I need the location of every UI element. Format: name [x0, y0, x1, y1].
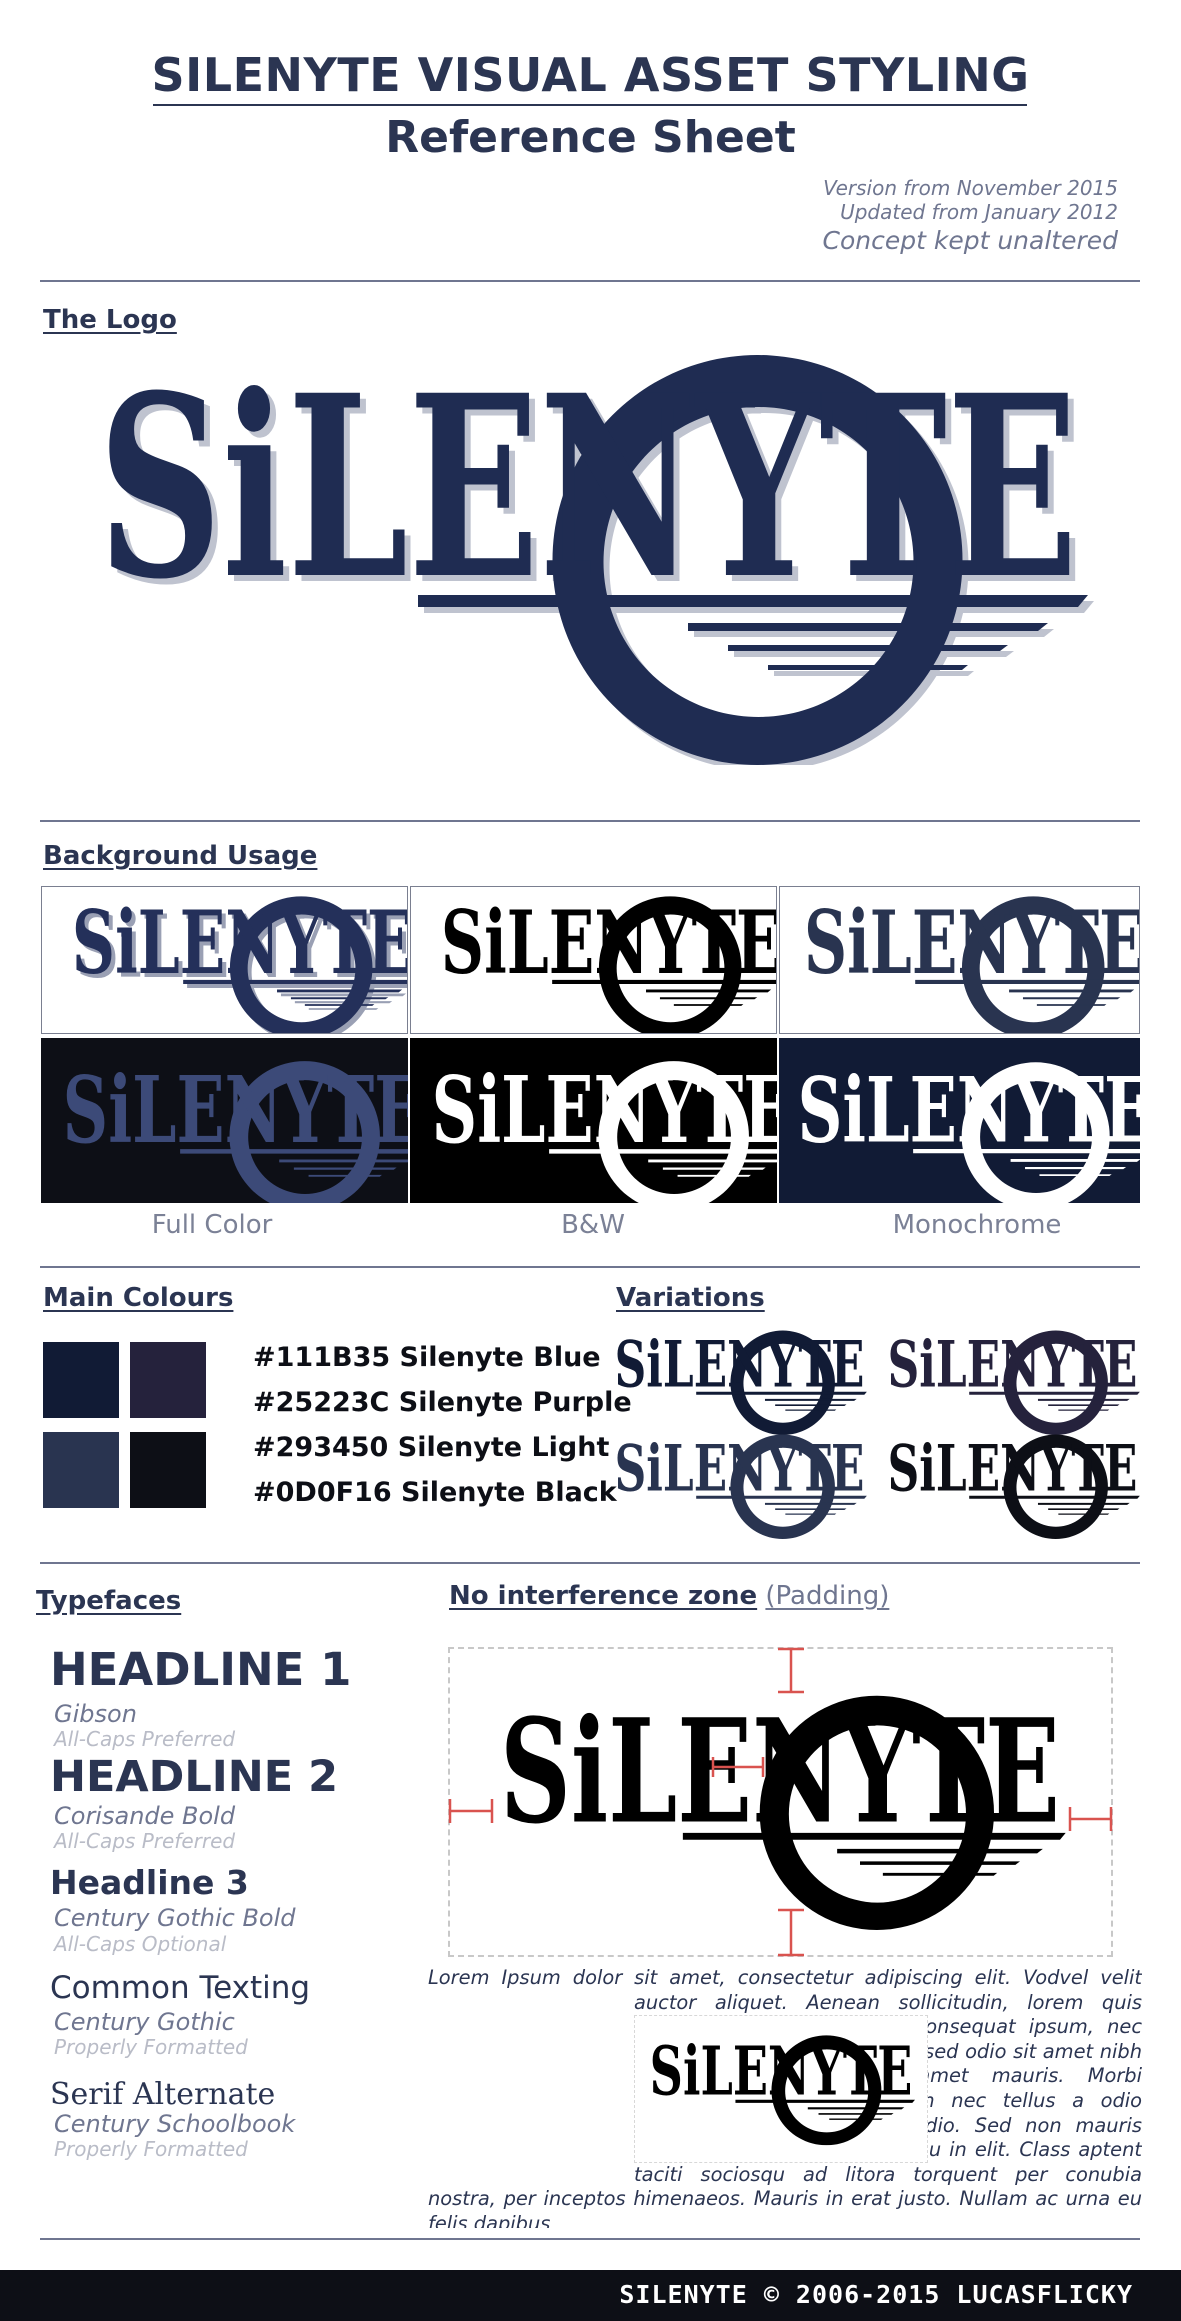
colour-label-black: #0D0F16 Silenyte Black — [253, 1477, 617, 1508]
monochrome-light-sample — [779, 886, 1140, 1034]
padding-markers — [448, 1647, 1113, 1957]
monochrome-dark-sample — [779, 1038, 1140, 1203]
bw-light-sample — [410, 886, 777, 1034]
version-line: Version from November 2015 — [823, 176, 1118, 200]
inset-logo — [647, 2024, 915, 2154]
typeface-name-corisande: Corisande Bold — [54, 1802, 236, 1830]
variation-blue-logo — [612, 1328, 867, 1435]
typeface-sample-headline-3: Headline 3 — [50, 1863, 249, 1902]
colour-label-purple: #25223C Silenyte Purple — [253, 1387, 632, 1418]
divider — [40, 2238, 1140, 2240]
typeface-name-century-gothic-bold: Century Gothic Bold — [54, 1904, 296, 1932]
full-color-light-sample — [41, 886, 408, 1034]
typeface-sample-headline-2: HEADLINE 2 — [50, 1752, 338, 1802]
page-subtitle: Reference Sheet — [385, 112, 796, 163]
swatch-silenyte-purple — [130, 1342, 206, 1418]
divider — [40, 820, 1140, 822]
logo-section-heading: The Logo — [43, 305, 177, 335]
typeface-name-gibson: Gibson — [54, 1700, 137, 1728]
footer-bar: SILENYTE © 2006-2015 LUCASFLICKY — [0, 2270, 1181, 2321]
divider — [40, 1562, 1140, 1564]
concept-line: Concept kept unaltered — [822, 226, 1118, 255]
typefaces-heading: Typefaces — [36, 1586, 182, 1616]
divider — [40, 280, 1140, 282]
typeface-sample-serif-alternate: Serif Alternate — [50, 2077, 276, 2112]
divider — [40, 1266, 1140, 1268]
bw-dark-sample — [410, 1038, 777, 1203]
caption-bw: B&W — [561, 1210, 625, 1240]
caption-monochrome: Monochrome — [892, 1210, 1062, 1240]
typeface-note: All-Caps Preferred — [54, 1727, 236, 1751]
variation-light-logo — [612, 1432, 867, 1539]
page-title: SILENYTE VISUAL ASSET STYLING — [151, 48, 1030, 102]
footer-copyright: SILENYTE © 2006-2015 LUCASFLICKY — [619, 2280, 1133, 2309]
variations-heading: Variations — [616, 1283, 765, 1313]
colour-label-blue: #111B35 Silenyte Blue — [253, 1342, 601, 1373]
variation-purple-logo — [885, 1328, 1140, 1435]
typeface-sample-headline-1: HEADLINE 1 — [50, 1643, 352, 1696]
typeface-name-century-schoolbook: Century Schoolbook — [54, 2110, 296, 2138]
updated-line: Updated from January 2012 — [840, 200, 1118, 224]
background-usage-heading: Background Usage — [43, 841, 318, 871]
variation-black-logo — [885, 1432, 1140, 1539]
inset-logo-box — [634, 2015, 928, 2163]
typeface-sample-common-texting: Common Texting — [50, 1970, 311, 2006]
typeface-name-century-gothic: Century Gothic — [54, 2008, 235, 2036]
colour-label-light: #293450 Silenyte Light — [253, 1432, 610, 1463]
typeface-note: Properly Formatted — [54, 2035, 248, 2059]
full-color-dark-sample — [41, 1038, 408, 1203]
typeface-note: All-Caps Preferred — [54, 1829, 236, 1853]
main-colours-heading: Main Colours — [43, 1283, 234, 1313]
padding-zone-heading: No interference zone (Padding) — [449, 1581, 890, 1611]
typeface-note: All-Caps Optional — [54, 1932, 227, 1956]
typeface-note: Properly Formatted — [54, 2137, 248, 2161]
caption-full-color: Full Color — [151, 1210, 273, 1240]
title-underline — [153, 104, 1027, 106]
swatch-silenyte-black — [130, 1432, 206, 1508]
swatch-silenyte-light — [43, 1432, 119, 1508]
main-logo — [48, 345, 1128, 765]
swatch-silenyte-blue — [43, 1342, 119, 1418]
